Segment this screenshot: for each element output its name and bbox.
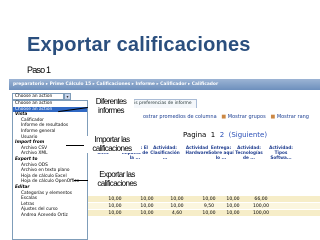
group-icon: ■ xyxy=(221,114,227,120)
callout-formats: Diferentes informes xyxy=(88,97,134,115)
grade-cell: 10,00 xyxy=(170,203,184,209)
pager: Pagina 1 2 (Siguiente) xyxy=(183,131,267,139)
pager-label: Pagina xyxy=(183,131,207,139)
column-header[interactable]: Actividad: Tipos Softwa... xyxy=(266,145,296,160)
grade-cell: 10,00 xyxy=(226,210,240,216)
slide-subtitle: Paso 1 xyxy=(27,65,51,75)
grade-cell: 10,00 xyxy=(140,203,154,209)
next-page-link[interactable]: (Siguiente) xyxy=(229,131,267,139)
show-range-link[interactable]: Mostrar rang xyxy=(277,114,309,120)
chevron-down-icon[interactable]: ▾ xyxy=(64,93,71,100)
grade-cell: 100,00 xyxy=(252,203,270,209)
grade-cell: 10,00 xyxy=(170,196,184,202)
grade-cell: 10,00 xyxy=(226,203,240,209)
page-1: 1 xyxy=(210,131,216,139)
range-icon: ■ xyxy=(270,114,276,120)
dropdown-option[interactable]: Andrea Acevedo Ortiz xyxy=(13,213,87,219)
grade-cell: 10,00 xyxy=(226,196,240,202)
callout-export-arrow xyxy=(74,180,88,181)
show-averages-link[interactable]: ostrar promedios de columna xyxy=(143,114,217,120)
action-dropdown-list[interactable]: Choose an action Choose an action Vista Cal… xyxy=(12,100,88,240)
show-groups-link[interactable]: Mostrar grupos xyxy=(228,114,266,120)
column-header[interactable]: Entrega: Sobre aquí lo ... xyxy=(206,145,236,160)
grade-cell: 10,00 xyxy=(108,196,122,202)
grade-cell: 10,00 xyxy=(108,210,122,216)
callout-export: Exportar las calificaciones xyxy=(89,170,145,188)
callout-import: Importar las calificaciones xyxy=(83,135,141,153)
grade-cell: 10,00 xyxy=(108,203,122,209)
grade-cell: 10,00 xyxy=(140,210,154,216)
page-2-link[interactable]: 2 xyxy=(220,131,224,139)
gradebook-panel: Choose an action ▾ Choose an action Choos… xyxy=(9,90,320,240)
grade-cell: 66,00 xyxy=(254,196,268,202)
grade-cell: 10,00 xyxy=(140,196,154,202)
action-select[interactable]: Choose an action xyxy=(12,93,64,100)
column-header[interactable]: Actividad: Tecnologías de ... xyxy=(234,145,264,160)
tab-preferencias[interactable]: Mis preferencias de informe xyxy=(125,99,197,108)
grade-toolbar: ostrar promedios de columna ■ Mostrar gr… xyxy=(143,114,309,120)
breadcrumb[interactable]: preparatorio ▸ Prime Cálculo 15 ▸ Califi… xyxy=(9,79,320,90)
callout-import-arrow xyxy=(66,145,84,146)
slide-title: Exportar calificaciones xyxy=(27,34,251,56)
grade-cell: 4,60 xyxy=(171,210,183,216)
grades-table: itaci... / onesEntrega: El impacto de la… xyxy=(88,142,320,240)
column-header[interactable]: Actividad: Clasificación ... xyxy=(150,145,180,160)
moodle-screenshot: preparatorio ▸ Prime Cálculo 15 ▸ Califi… xyxy=(9,79,320,240)
grade-cell: 100,00 xyxy=(252,210,270,216)
